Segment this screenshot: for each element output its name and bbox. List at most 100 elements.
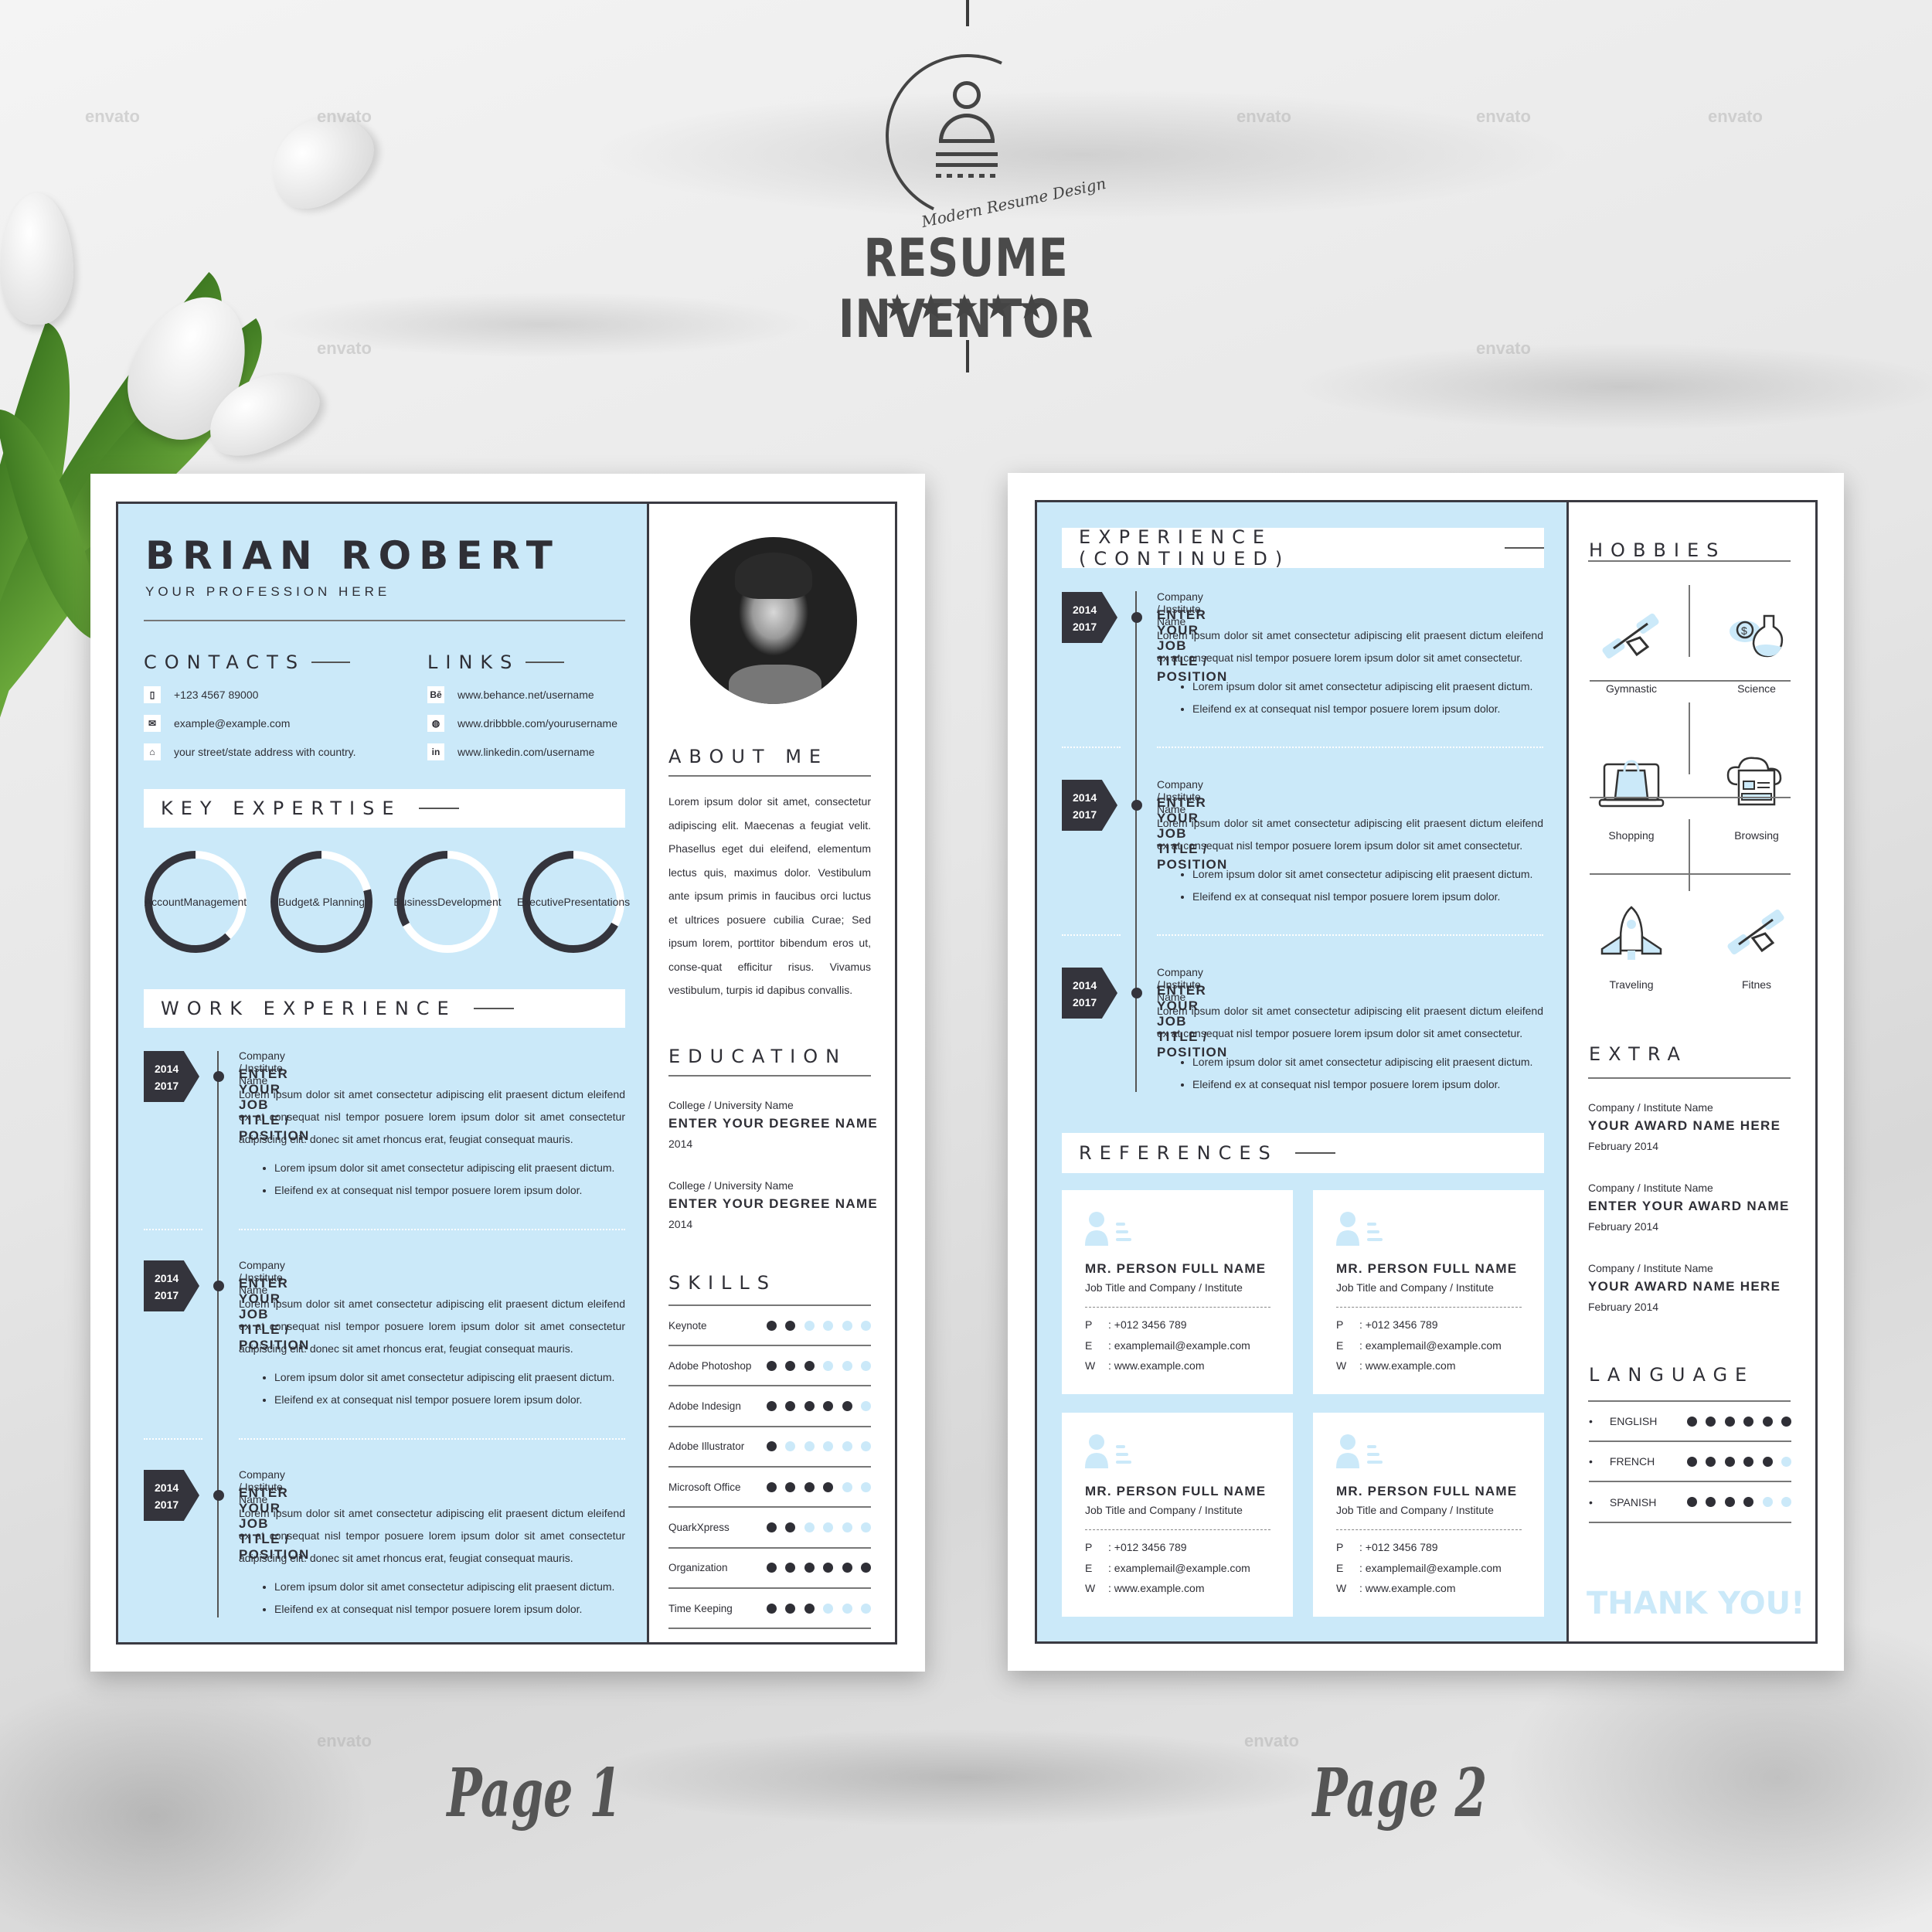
- reference-name: MR. PERSON FULL NAME: [1336, 1484, 1518, 1498]
- contact-key: P: [1336, 1541, 1344, 1553]
- end-year: 2017: [155, 1080, 179, 1092]
- hobby-item: Fitnes: [1699, 903, 1815, 991]
- reference-name: MR. PERSON FULL NAME: [1336, 1261, 1518, 1276]
- contact-key: W: [1336, 1359, 1347, 1372]
- skill-row: Adobe Photoshop: [668, 1346, 871, 1387]
- rating-dot-filled: [785, 1320, 795, 1331]
- dribbble-icon: ◍: [427, 715, 444, 732]
- rating-dot-filled: [823, 1481, 833, 1492]
- language-name: ENGLISH: [1589, 1415, 1687, 1427]
- reference-separator: [1085, 1529, 1270, 1530]
- hobbies-heading: HOBBIES: [1589, 539, 1726, 561]
- page-2-caption: Page 2: [1312, 1754, 1488, 1832]
- start-year: 2014: [155, 1063, 179, 1075]
- reference-email: E: examplemail@example.com: [1336, 1562, 1502, 1574]
- language-name: SPANISH: [1589, 1496, 1687, 1509]
- bullet-item: Lorem ipsum dolor sit amet consectetur a…: [274, 1366, 625, 1389]
- key-expertise-header: KEY EXPERTISE: [144, 789, 625, 828]
- timeline-dot: [213, 1490, 224, 1501]
- rating-dot-filled: [1743, 1497, 1753, 1508]
- expertise-label-line: Development: [437, 895, 502, 908]
- rating-dot-filled: [1762, 1416, 1773, 1427]
- rating-dot-filled: [785, 1563, 795, 1573]
- rating-dot-filled: [804, 1360, 815, 1371]
- award-name: YOUR AWARD NAME HERE: [1588, 1118, 1781, 1133]
- reference-job: Job Title and Company / Institute: [1336, 1281, 1494, 1294]
- contact-row[interactable]: Bē www.behance.net/username: [427, 686, 594, 703]
- contact-row[interactable]: ✉ example@example.com: [144, 715, 290, 732]
- rating-dots: [766, 1563, 871, 1573]
- contact-value: www.example.com: [1114, 1582, 1205, 1594]
- contact-value: examplemail@example.com: [1114, 1339, 1250, 1352]
- about-text: Lorem ipsum dolor sit amet, consectetur …: [668, 795, 871, 996]
- rating-stars: ★★★★★: [882, 288, 1050, 326]
- watermark: envato: [1708, 107, 1763, 126]
- job-separator: [1062, 934, 1121, 936]
- contact-key: E: [1085, 1339, 1093, 1352]
- rating-dot-empty: [804, 1320, 815, 1331]
- rating-dot-empty: [823, 1441, 833, 1452]
- brand-divider-bottom: [966, 340, 969, 372]
- contact-row[interactable]: ⌂ your street/state address with country.: [144, 743, 356, 760]
- job-description: Lorem ipsum dolor sit amet consectetur a…: [239, 1088, 625, 1145]
- rating-dot-filled: [804, 1603, 815, 1614]
- watermark: envato: [1236, 107, 1291, 126]
- rating-dot-empty: [861, 1441, 871, 1452]
- rating-dot-filled: [766, 1360, 777, 1371]
- rating-dots: [1686, 1416, 1791, 1427]
- rating-dot-filled: [842, 1563, 852, 1573]
- contact-row[interactable]: ▯ +123 4567 89000: [144, 686, 258, 703]
- contact-row[interactable]: ◍ www.dribbble.com/yourusername: [427, 715, 617, 732]
- candidate-profession: YOUR PROFESSION HERE: [145, 584, 391, 599]
- contact-key: P: [1336, 1318, 1344, 1331]
- skill-row: Adobe Illustrator: [668, 1427, 871, 1468]
- rating-dot-filled: [823, 1401, 833, 1412]
- end-year: 2017: [155, 1289, 179, 1301]
- expertise-label: Business Development: [393, 850, 502, 954]
- rating-dots: [1686, 1497, 1791, 1508]
- contact-row[interactable]: in www.linkedin.com/username: [427, 743, 594, 760]
- college-name: College / University Name: [668, 1099, 794, 1111]
- reference-job: Job Title and Company / Institute: [1336, 1504, 1494, 1516]
- timeline-dot: [213, 1071, 224, 1082]
- rating-dot-empty: [804, 1522, 815, 1532]
- bullet-item: Lorem ipsum dolor sit amet consectetur a…: [274, 1576, 625, 1598]
- award-date: February 2014: [1588, 1301, 1659, 1313]
- rating-dot-empty: [842, 1603, 852, 1614]
- job-bullets: Lorem ipsum dolor sit amet consectetur a…: [1157, 1051, 1543, 1096]
- rating-dot-filled: [1724, 1416, 1735, 1427]
- person-card-icon: [1336, 1210, 1386, 1250]
- contact-value: examplemail@example.com: [1114, 1562, 1250, 1574]
- job-separator: [1062, 747, 1121, 748]
- rating-dot-filled: [1724, 1456, 1735, 1467]
- award-company: Company / Institute Name: [1588, 1101, 1713, 1114]
- contact-text: example@example.com: [174, 717, 291, 730]
- rating-dot-filled: [842, 1401, 852, 1412]
- contact-key: W: [1085, 1582, 1096, 1594]
- skill-name: Adobe Photoshop: [668, 1359, 752, 1372]
- rating-dot-empty: [861, 1401, 871, 1412]
- contact-value: +012 3456 789: [1365, 1318, 1438, 1331]
- start-year: 2014: [155, 1272, 179, 1284]
- rating-dot-filled: [766, 1522, 777, 1532]
- start-year: 2014: [1073, 604, 1097, 616]
- language-row: FRENCH: [1589, 1442, 1791, 1483]
- rating-dot-empty: [842, 1522, 852, 1532]
- rating-dot-filled: [785, 1360, 795, 1371]
- rating-dot-empty: [842, 1320, 852, 1331]
- extra-rule: [1588, 1077, 1791, 1079]
- skill-name: Organization: [668, 1562, 728, 1574]
- expertise-label-line: Management: [183, 895, 247, 908]
- reference-separator: [1085, 1307, 1270, 1308]
- profile-photo: [690, 537, 857, 704]
- contact-value: www.example.com: [1114, 1359, 1205, 1372]
- bullet-item: Lorem ipsum dolor sit amet consectetur a…: [1192, 1051, 1543, 1073]
- page-1-caption: Page 1: [447, 1754, 622, 1832]
- bullet-item: Eleifend ex at consequat nisl tempor pos…: [1192, 1073, 1543, 1096]
- skill-name: Keynote: [668, 1319, 707, 1332]
- expertise-ring: Executive Presentations: [517, 850, 630, 954]
- rocket-icon: [1597, 903, 1666, 964]
- rating-dots: [766, 1401, 871, 1412]
- start-year: 2014: [1073, 979, 1097, 992]
- expertise-ring: Account Management: [144, 850, 247, 954]
